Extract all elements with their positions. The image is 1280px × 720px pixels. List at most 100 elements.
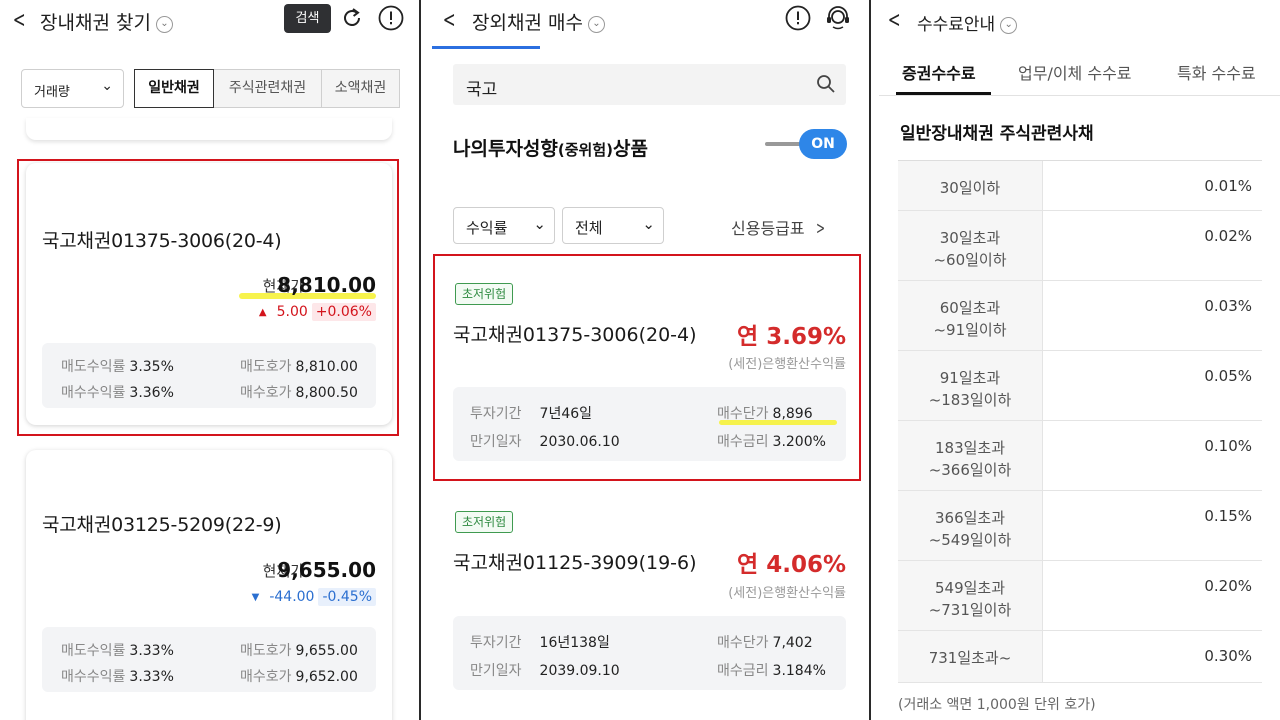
maturity: 만기일자 2039.09.10 xyxy=(470,660,620,680)
table-row: 731일초과~ 0.30% xyxy=(898,631,1262,683)
current-price: 9,655.00 xyxy=(277,558,376,582)
period-end: ~60일이하 xyxy=(933,251,1007,269)
holding-period: 60일초과 ~91일이하 xyxy=(898,281,1043,350)
back-icon[interactable]: < xyxy=(888,8,901,33)
panel-divider xyxy=(419,0,421,720)
sort-select-value: 거래량 xyxy=(34,85,70,100)
unit-price-value: 7,402 xyxy=(772,635,813,651)
bond-type-segments: 일반채권 주식관련채권 소액채권 xyxy=(134,69,400,108)
search-button[interactable]: 검색 xyxy=(284,4,331,33)
buy-quote-value: 9,652.00 xyxy=(295,669,358,685)
tab-securities-fee[interactable]: 증권수수료 xyxy=(902,60,976,84)
chevron-right-icon: > xyxy=(815,218,825,239)
page-title[interactable]: 장외채권 매수 ⌄ xyxy=(472,8,605,35)
fee-rate: 0.02% xyxy=(1204,227,1252,245)
active-tab-indicator xyxy=(896,92,991,95)
annotation-frame xyxy=(17,159,399,436)
chevron-down-icon[interactable]: ⌄ xyxy=(587,16,605,33)
active-tab-indicator xyxy=(432,46,540,49)
period-end: ~549일이하 xyxy=(928,531,1012,549)
toggle-knob: ON xyxy=(799,129,847,159)
buy-rate-label: 매수금리 xyxy=(717,663,769,679)
segment-general-bond[interactable]: 일반채권 xyxy=(134,69,214,108)
risk-badge: 초저위험 xyxy=(455,511,514,533)
search-input[interactable]: 국고 xyxy=(453,64,846,105)
holding-period: 30일초과 ~60일이하 xyxy=(898,211,1043,280)
investment-preference-title: 나의투자성향(중위험)상품 xyxy=(453,134,648,161)
buy-yield-value: 3.33% xyxy=(129,669,174,685)
segment-equity-linked-bond[interactable]: 주식관련채권 xyxy=(213,69,322,108)
change-percent: -0.45% xyxy=(318,588,376,606)
pref-title-suffix: 상품 xyxy=(613,138,648,160)
panel-divider xyxy=(869,0,871,720)
chevron-down-icon: ⌄ xyxy=(642,215,655,233)
sell-yield: 매도수익률 3.33% xyxy=(61,640,174,660)
period-start: 731일초과~ xyxy=(928,649,1012,667)
alert-icon[interactable] xyxy=(378,5,404,31)
sell-quote-label: 매도호가 xyxy=(240,643,292,659)
table-row: 549일초과 ~731일이하 0.20% xyxy=(898,561,1262,631)
search-icon[interactable] xyxy=(816,74,836,94)
header: < 수수료안내 ⌄ xyxy=(879,0,1280,40)
sell-yield-value: 3.33% xyxy=(129,643,174,659)
chevron-down-icon: ⌄ xyxy=(101,78,113,94)
refresh-icon[interactable] xyxy=(340,6,364,30)
term-label: 투자기간 xyxy=(470,635,522,651)
holding-period: 366일초과 ~549일이하 xyxy=(898,491,1043,560)
alert-icon[interactable] xyxy=(785,5,811,31)
credit-rating-link[interactable]: 신용등급표 > xyxy=(731,215,828,239)
table-row: 30일초과 ~60일이하 0.02% xyxy=(898,211,1262,281)
period-start: 549일초과 xyxy=(934,579,1006,597)
holding-period: 731일초과~ xyxy=(898,631,1043,682)
customer-support-icon[interactable] xyxy=(824,5,852,31)
preference-toggle[interactable]: ON xyxy=(765,129,847,159)
bond-search-screen: < 장내채권 찾기 ⌄ 검색 거래량 ⌄ 일반채권 주식관련채권 소액채권 국고채… xyxy=(0,0,418,720)
bond-card[interactable]: 국고채권03125-5209(22-9) 현재가 9,655.00 ▼ -44.0… xyxy=(26,450,392,720)
fee-rate: 0.05% xyxy=(1204,367,1252,385)
change-amount: -44.00 xyxy=(269,589,315,605)
tab-transfer-fee[interactable]: 업무/이체 수수료 xyxy=(1018,60,1132,84)
period-end: ~91일이하 xyxy=(933,321,1007,339)
fee-table: 30일이하 0.01% 30일초과 ~60일이하 0.02% 60일초과 ~91일이… xyxy=(898,160,1262,683)
yield-filter-select[interactable]: 수익률 ⌄ xyxy=(453,207,555,244)
bond-name: 국고채권03125-5209(22-9) xyxy=(42,514,282,536)
chevron-down-icon[interactable]: ⌄ xyxy=(155,16,173,33)
page-title[interactable]: 장내채권 찾기 ⌄ xyxy=(40,8,173,35)
chevron-down-icon: ⌄ xyxy=(533,215,546,233)
fee-footnote: (거래소 액면 1,000원 단위 호가) xyxy=(898,697,1096,713)
all-filter-value: 전체 xyxy=(575,219,603,237)
yield-filter-value: 수익률 xyxy=(466,219,508,237)
price-change: ▼ -44.00 -0.45% xyxy=(252,588,376,606)
period-start: 30일초과 xyxy=(939,229,1001,247)
fee-rate: 0.01% xyxy=(1204,177,1252,195)
sell-quote-value: 9,655.00 xyxy=(295,643,358,659)
page-title-text: 장외채권 매수 xyxy=(472,12,583,34)
back-icon[interactable]: < xyxy=(13,8,26,33)
fee-rate: 0.30% xyxy=(1204,647,1252,665)
pref-title-main: 나의투자성향 xyxy=(453,138,558,160)
bond-name: 국고채권01125-3909(19-6) xyxy=(453,552,697,574)
table-row: 91일초과 ~183일이하 0.05% xyxy=(898,351,1262,421)
page-title-text: 수수료안내 xyxy=(917,15,996,35)
page-title[interactable]: 수수료안내 ⌄ xyxy=(917,10,1018,35)
tab-special-fee[interactable]: 특화 수수료 xyxy=(1177,60,1256,84)
segment-small-bond[interactable]: 소액채권 xyxy=(321,69,400,108)
sort-select[interactable]: 거래량 ⌄ xyxy=(21,69,124,108)
unit-price: 매수단가 7,402 xyxy=(717,632,813,652)
all-filter-select[interactable]: 전체 ⌄ xyxy=(562,207,664,244)
quote-info-box: 매도수익률 3.33% 매수수익률 3.33% 매도호가 9,655.00 매수호가 9… xyxy=(42,627,376,692)
fee-guide-screen: < 수수료안내 ⌄ 증권수수료 업무/이체 수수료 특화 수수료 일반장내채권 주… xyxy=(879,0,1280,720)
bond-detail-box: 투자기간 16년138일 만기일자 2039.09.10 매수단가 7,402 매수금… xyxy=(453,616,846,690)
period-start: 30일이하 xyxy=(939,179,1001,197)
chevron-down-icon[interactable]: ⌄ xyxy=(1000,17,1018,34)
buy-quote-label: 매수호가 xyxy=(240,669,292,685)
buy-quote: 매수호가 9,652.00 xyxy=(240,666,358,686)
period-start: 91일초과 xyxy=(939,369,1001,387)
term: 투자기간 16년138일 xyxy=(470,632,610,652)
maturity-value: 2039.09.10 xyxy=(539,663,620,679)
table-row: 60일초과 ~91일이하 0.03% xyxy=(898,281,1262,351)
fee-rate: 0.10% xyxy=(1204,437,1252,455)
holding-period: 30일이하 xyxy=(898,161,1043,210)
back-icon[interactable]: < xyxy=(443,8,456,33)
annotation-frame xyxy=(433,254,861,481)
